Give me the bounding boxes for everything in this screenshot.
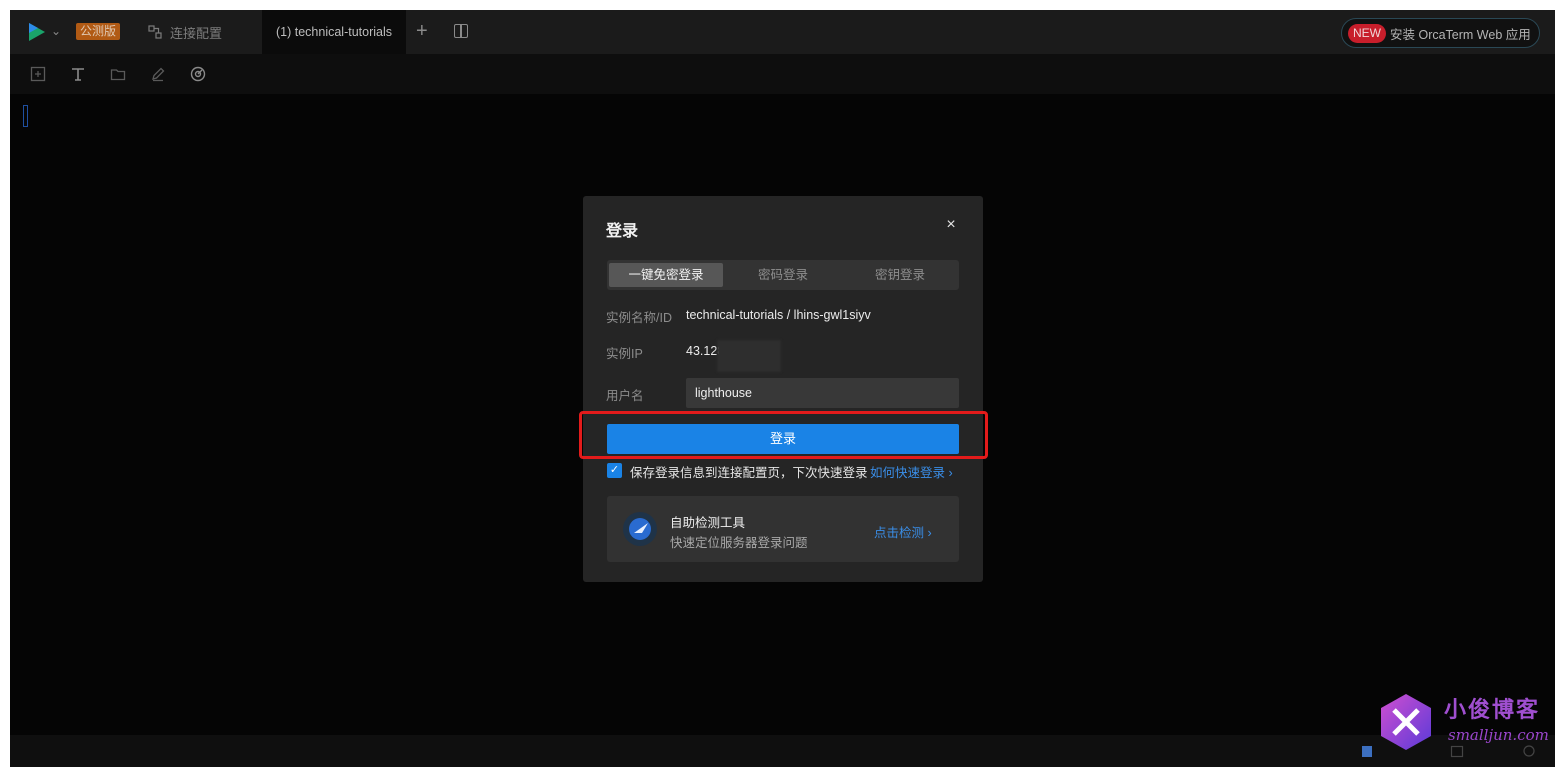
text-icon[interactable]	[70, 66, 86, 82]
ip-redaction	[717, 340, 781, 372]
tab-key-login[interactable]: 密钥登录	[843, 263, 957, 287]
run-check-link[interactable]: 点击检测 ›	[874, 522, 932, 541]
gauge-icon[interactable]	[190, 66, 206, 82]
username-label: 用户名	[606, 389, 644, 403]
instance-name-value: technical-tutorials / lhins-gwl1siyv	[686, 308, 871, 322]
status-bar	[10, 735, 1555, 767]
tab-password-login[interactable]: 密码登录	[726, 263, 840, 287]
login-dialog: 登录 × 一键免密登录 密码登录 密钥登录 实例名称/ID technical-…	[583, 196, 983, 582]
clipboard-icon[interactable]	[1360, 744, 1374, 758]
highlight-annotation	[579, 411, 988, 459]
chevron-down-icon[interactable]: ⌄	[51, 24, 61, 38]
watermark-logo-icon	[1381, 694, 1431, 750]
save-login-checkbox[interactable]: ✓	[607, 463, 622, 478]
self-check-title: 自助检测工具	[670, 516, 746, 530]
quick-login-help-link[interactable]: 如何快速登录 ›	[870, 462, 953, 481]
diagnostic-tool-icon	[623, 512, 657, 546]
split-view-icon[interactable]	[454, 24, 468, 38]
screen-icon[interactable]	[30, 66, 46, 82]
self-check-subtitle: 快速定位服务器登录问题	[670, 536, 808, 550]
self-check-card: 自助检测工具 快速定位服务器登录问题 点击检测 ›	[607, 496, 959, 562]
watermark-url: smalljun.com	[1448, 726, 1549, 744]
connection-icon	[148, 25, 162, 39]
tab-session[interactable]: (1) technical-tutorials	[262, 10, 406, 54]
folder-icon[interactable]	[110, 66, 126, 82]
instance-ip-label: 实例IP	[606, 347, 643, 361]
tab-connection-config[interactable]: 连接配置	[134, 10, 236, 54]
app-logo-icon[interactable]	[26, 21, 48, 43]
add-tab-icon[interactable]: +	[416, 20, 428, 42]
edit-icon[interactable]	[150, 66, 166, 82]
watermark-title: 小俊博客	[1444, 697, 1541, 723]
beta-badge: 公测版	[76, 23, 121, 40]
watermark: 小俊博客 smalljun.com	[1378, 690, 1550, 760]
username-field[interactable]: lighthouse	[686, 378, 959, 408]
close-icon[interactable]: ×	[943, 217, 959, 233]
terminal-cursor	[23, 105, 28, 127]
dialog-title: 登录	[606, 223, 639, 240]
tab-connection-config-label: 连接配置	[170, 25, 223, 41]
install-app-label: 安装 OrcaTerm Web 应用	[1390, 27, 1531, 42]
tab-passwordless-login[interactable]: 一键免密登录	[609, 263, 723, 287]
new-badge: NEW	[1348, 23, 1386, 43]
instance-name-label: 实例名称/ID	[606, 311, 672, 325]
login-method-tabs: 一键免密登录 密码登录 密钥登录	[607, 260, 959, 290]
save-login-label[interactable]: 保存登录信息到连接配置页，下次快速登录	[630, 462, 868, 481]
top-bar: ⌄ 公测版 连接配置 (1) technical-tutorials + NEW…	[10, 10, 1555, 54]
toolbar	[10, 54, 1555, 94]
install-app-button[interactable]: NEW 安装 OrcaTerm Web 应用	[1341, 18, 1540, 48]
tab-session-label: (1) technical-tutorials	[275, 25, 392, 39]
